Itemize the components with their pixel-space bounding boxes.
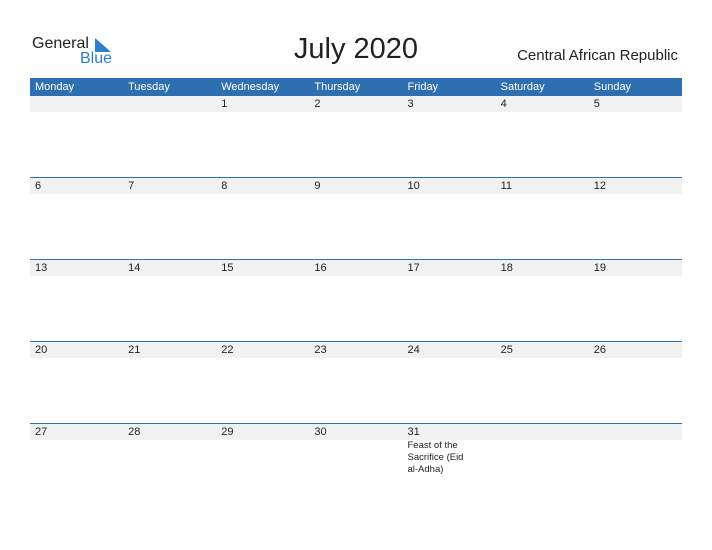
day-number: 25 <box>500 344 513 356</box>
date-row: 1 2 3 4 5 <box>30 96 682 112</box>
date-row: 13 14 15 16 17 18 19 <box>30 260 682 276</box>
weekday-tuesday: Tuesday <box>128 81 170 93</box>
day-number <box>123 96 216 112</box>
day-number: 15 <box>221 262 234 274</box>
week-row: 1 2 3 4 5 <box>30 96 682 177</box>
holiday-label <box>30 440 123 476</box>
weekday-thursday: Thursday <box>314 81 361 93</box>
day-number: 11 <box>500 180 513 192</box>
day-number: 23 <box>314 344 327 356</box>
holiday-label <box>216 440 309 476</box>
weekday-sunday: Sunday <box>593 81 632 93</box>
day-number: 5 <box>593 98 600 110</box>
holiday-label <box>496 440 589 476</box>
day-number: 24 <box>407 344 420 356</box>
day-number: 6 <box>35 180 42 192</box>
calendar-grid: Monday Tuesday Wednesday Thursday Friday… <box>30 78 682 505</box>
day-number: 4 <box>500 98 507 110</box>
weekday-monday: Monday <box>35 81 75 93</box>
day-number <box>30 96 123 112</box>
weekday-wednesday: Wednesday <box>221 81 280 93</box>
weekday-friday: Friday <box>407 81 439 93</box>
date-row: 6 7 8 9 10 11 12 <box>30 178 682 194</box>
country-name: Central African Republic <box>517 47 678 64</box>
events-row: Feast of the Sacrifice (Eid al-Adha) <box>30 440 682 476</box>
weekday-saturday: Saturday <box>500 81 545 93</box>
holiday-label <box>589 440 682 476</box>
day-number: 28 <box>128 426 141 438</box>
holiday-label <box>309 440 402 476</box>
day-number: 9 <box>314 180 321 192</box>
day-number: 20 <box>35 344 48 356</box>
day-number: 21 <box>128 344 141 356</box>
day-number: 2 <box>314 98 321 110</box>
day-number: 22 <box>221 344 234 356</box>
day-number: 26 <box>593 344 606 356</box>
day-number: 13 <box>35 262 48 274</box>
week-row: 6 7 8 9 10 11 12 <box>30 177 682 259</box>
day-number: 19 <box>593 262 606 274</box>
day-number: 16 <box>314 262 327 274</box>
day-number: 17 <box>407 262 420 274</box>
day-number: 14 <box>128 262 141 274</box>
week-row: 13 14 15 16 17 18 19 <box>30 259 682 341</box>
holiday-label: Feast of the Sacrifice (Eid al-Adha) <box>407 440 464 475</box>
day-number: 18 <box>500 262 513 274</box>
day-number: 29 <box>221 426 234 438</box>
day-number: 1 <box>221 98 228 110</box>
date-row: 27 28 29 30 31 <box>30 424 682 440</box>
day-number <box>496 424 589 440</box>
date-row: 20 21 22 23 24 25 26 <box>30 342 682 358</box>
day-number: 8 <box>221 180 228 192</box>
day-number: 3 <box>407 98 414 110</box>
day-number: 31 <box>407 426 420 438</box>
weekday-header: Monday Tuesday Wednesday Thursday Friday… <box>30 78 682 96</box>
day-number: 12 <box>593 180 606 192</box>
day-number <box>589 424 682 440</box>
day-number: 10 <box>407 180 420 192</box>
day-number: 7 <box>128 180 135 192</box>
holiday-label <box>123 440 216 476</box>
day-number: 30 <box>314 426 327 438</box>
week-row: 27 28 29 30 31 Feast of the Sacrifice (Eid al… <box>30 423 682 505</box>
week-row: 20 21 22 23 24 25 26 <box>30 341 682 423</box>
day-number: 27 <box>35 426 48 438</box>
